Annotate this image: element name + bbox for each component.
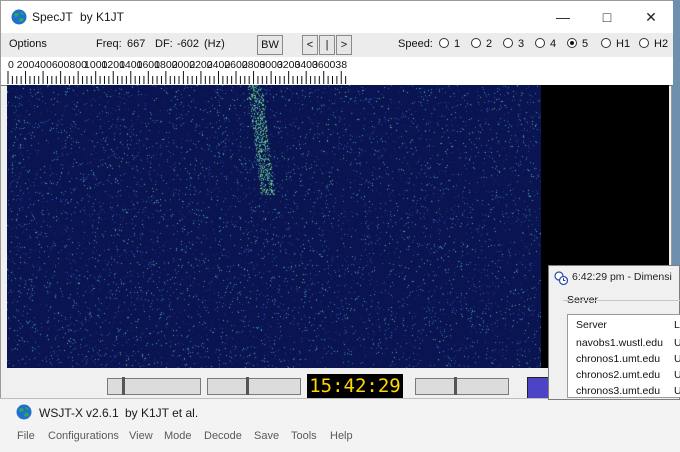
menu-view[interactable]: View (129, 430, 153, 442)
waterfall-canvas[interactable] (7, 85, 541, 368)
globe-icon (16, 404, 32, 420)
server-list[interactable]: Server L navobs1.wustl.edu U chronos1.um… (567, 314, 680, 398)
close-button[interactable]: ✕ (629, 1, 673, 33)
menu-file[interactable]: File (17, 430, 35, 442)
ruler-tick-label: 3600 (312, 59, 336, 71)
frequency-ruler: 0 200 400 600 800 1000 1200 1400 1600 1800 2000 220… (1, 57, 673, 86)
speed-option-1: 1 (454, 38, 461, 50)
specjt-titlebar[interactable]: SpecJT by K1JT — □ ✕ (1, 1, 673, 33)
brightness-slider[interactable] (107, 377, 201, 395)
ruler-tick-label: 0 (8, 59, 14, 71)
clock-app-icon (554, 271, 568, 285)
speed-label: Speed: (398, 38, 433, 50)
df-value: -602 (177, 38, 200, 50)
ruler-tick-label: 38 (335, 59, 347, 71)
nav-mid-button[interactable]: | (319, 35, 335, 55)
utc-clock: 15:42:29 (307, 374, 403, 398)
speed-radio-5[interactable] (567, 38, 577, 48)
speed-option-5: 5 (582, 38, 589, 50)
speed-option-h2: H2 (654, 38, 669, 50)
freq-label: Freq: (96, 38, 122, 50)
maximize-button[interactable]: □ (585, 1, 629, 33)
options-menu[interactable]: Options (9, 38, 47, 50)
speed-option-4: 4 (550, 38, 557, 50)
menu-configurations[interactable]: Configurations (48, 430, 119, 442)
ruler-tick-label: 400 (34, 59, 52, 71)
freq-value: 667 (127, 38, 146, 50)
status-column-header[interactable]: L (674, 319, 680, 331)
menu-help[interactable]: Help (330, 430, 353, 442)
speed-option-h1: H1 (616, 38, 631, 50)
list-item[interactable]: chronos1.umt.edu (576, 353, 660, 365)
wsjtx-author: by K1JT et al. (125, 406, 199, 420)
dimension4-window: 6:42:29 pm - Dimensi Server Server L nav… (548, 265, 680, 400)
list-item-col2: U (674, 353, 680, 365)
bw-button[interactable]: BW (257, 35, 283, 55)
globe-icon (11, 9, 27, 25)
ruler-tick-label: 200 (17, 59, 35, 71)
menu-save[interactable]: Save (254, 430, 279, 442)
specjt-toolbar: Options Freq: 667 DF: -602 (Hz) BW < | >… (1, 33, 673, 58)
speed-radio-1[interactable] (439, 38, 449, 48)
list-item-col2: U (674, 385, 680, 397)
minimize-button[interactable]: — (541, 1, 585, 33)
menu-mode[interactable]: Mode (164, 430, 192, 442)
waterfall-display[interactable] (7, 85, 541, 368)
gain-slider[interactable] (415, 377, 509, 395)
list-item[interactable]: chronos2.umt.edu (576, 369, 660, 381)
list-item[interactable]: chronos3.umt.edu (576, 385, 660, 397)
list-item-col2: U (674, 337, 680, 349)
specjt-title: SpecJT (32, 10, 73, 24)
wsjtx-window: WSJT-X v2.6.1 by K1JT et al. File Config… (0, 398, 680, 452)
speed-radio-4[interactable] (535, 38, 545, 48)
nav-left-button[interactable]: < (302, 35, 318, 55)
ruler-ticks: 0 200 400 600 800100012001400160018002000220… (7, 59, 347, 84)
df-unit: (Hz) (204, 38, 225, 50)
speed-radio-3[interactable] (503, 38, 513, 48)
speed-option-2: 2 (486, 38, 493, 50)
menu-tools[interactable]: Tools (291, 430, 317, 442)
speed-radio-h2[interactable] (639, 38, 649, 48)
wsjtx-title: WSJT-X (39, 406, 83, 420)
nav-right-button[interactable]: > (336, 35, 352, 55)
specjt-author: by K1JT (80, 10, 125, 24)
contrast-slider[interactable] (207, 377, 301, 395)
wsjtx-version: v2.6.1 (86, 406, 119, 420)
group-divider (563, 300, 680, 301)
list-item-col2: U (674, 369, 680, 381)
speed-radio-h1[interactable] (601, 38, 611, 48)
list-item[interactable]: navobs1.wustl.edu (576, 337, 663, 349)
speed-radio-2[interactable] (471, 38, 481, 48)
dimension4-title: 6:42:29 pm - Dimensi (572, 271, 672, 283)
menu-decode[interactable]: Decode (204, 430, 242, 442)
server-column-header[interactable]: Server (576, 319, 607, 331)
speed-option-3: 3 (518, 38, 525, 50)
df-label: DF: (155, 38, 173, 50)
ruler-tick-label: 600 (52, 59, 70, 71)
